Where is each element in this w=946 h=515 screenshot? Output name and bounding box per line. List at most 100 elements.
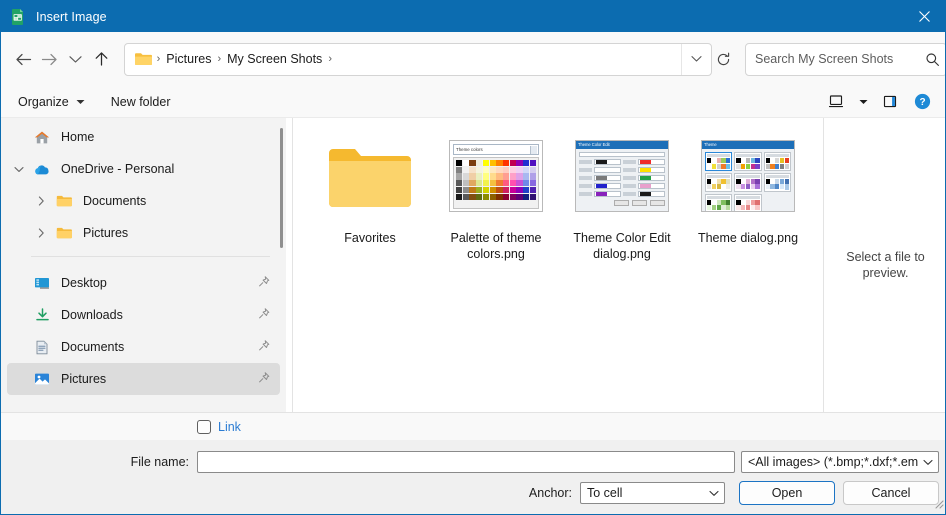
chevron-right-icon[interactable] [29, 185, 53, 217]
organize-button[interactable]: Organize [9, 89, 94, 115]
address-chevron-down-icon[interactable] [680, 43, 711, 75]
theme-swatch [707, 158, 712, 164]
theme-swatch [716, 199, 721, 205]
theme-swatch [779, 163, 785, 169]
sidebar-item-onedrive-documents[interactable]: Documents [7, 185, 280, 217]
theme-card [763, 152, 791, 171]
mini-color-rows [579, 159, 665, 197]
mini-color-swatch [640, 168, 651, 172]
file-name-input[interactable] [198, 455, 734, 469]
help-icon[interactable]: ? [907, 89, 937, 115]
palette-swatch [469, 160, 476, 167]
sidebar-scrollbar[interactable] [280, 128, 283, 248]
theme-swatch [707, 205, 712, 211]
sidebar-item-documents[interactable]: Documents [7, 331, 280, 363]
refresh-icon[interactable] [712, 44, 736, 75]
address-bar[interactable]: › Pictures › My Screen Shots › [123, 42, 712, 76]
palette-swatch [503, 166, 510, 173]
file-name: Theme dialog.png [697, 231, 799, 245]
file-item[interactable]: Favorites [307, 126, 433, 262]
sidebar-divider [31, 256, 270, 257]
sidebar-item-onedrive-personal[interactable]: OneDrive - Personal [7, 153, 280, 185]
forward-button[interactable] [37, 42, 63, 76]
theme-dialog-thumbnail: Theme [701, 140, 795, 212]
recent-locations-button[interactable] [63, 42, 89, 76]
view-chevron-down-icon[interactable] [853, 89, 873, 115]
dialog-body: Home OneDrive - Personal Documents Pictu… [1, 118, 945, 412]
link-checkbox-group[interactable]: Link [197, 419, 241, 434]
theme-swatch [755, 205, 760, 211]
theme-card-grid [702, 149, 794, 211]
sidebar-item-pictures[interactable]: Pictures [7, 363, 280, 395]
chevron-down-icon[interactable] [918, 459, 938, 466]
chevron-down-icon[interactable] [7, 153, 31, 185]
link-checkbox-label[interactable]: Link [218, 420, 241, 434]
open-button[interactable]: Open [739, 481, 835, 505]
sidebar-item-desktop[interactable]: Desktop [7, 267, 280, 299]
cancel-button[interactable]: Cancel [843, 481, 939, 505]
file-type-filter-combo[interactable]: <All images> (*.bmp;*.dxf;*.em [741, 451, 939, 473]
breadcrumb-item-pictures[interactable]: Pictures [161, 52, 216, 66]
palette-swatch [516, 166, 523, 173]
theme-card-swatches [736, 178, 760, 190]
theme-swatch [775, 163, 780, 169]
palette-swatch [523, 186, 530, 194]
palette-swatch [462, 186, 469, 194]
theme-swatch [779, 178, 785, 184]
sidebar-item-home[interactable]: Home [7, 121, 280, 153]
pin-icon[interactable] [258, 276, 270, 291]
search-box[interactable] [745, 42, 945, 76]
file-item[interactable]: Theme Color Edit Theme Color Edit dialog… [559, 126, 685, 262]
palette-swatch [516, 193, 523, 200]
pin-icon[interactable] [258, 340, 270, 355]
palette-swatch [503, 173, 510, 180]
preview-pane-icon[interactable] [875, 89, 905, 115]
sidebar-item-downloads[interactable]: Downloads [7, 299, 280, 331]
pin-icon[interactable] [258, 372, 270, 387]
palette-swatch [509, 173, 516, 180]
theme-swatch [721, 184, 726, 190]
theme-swatch [750, 184, 755, 190]
file-item[interactable]: Theme colors Palette of theme colors.png [433, 126, 559, 262]
close-button[interactable] [901, 1, 945, 32]
sidebar-item-onedrive-pictures[interactable]: Pictures [7, 217, 280, 249]
file-item[interactable]: Theme Theme dialog.png [685, 126, 811, 262]
resize-grip[interactable] [932, 497, 944, 512]
palette-swatch [482, 186, 490, 194]
theme-card-swatches [707, 199, 731, 211]
palette-swatch [456, 193, 463, 200]
palette-swatch [496, 166, 503, 173]
file-type-filter-value: <All images> (*.bmp;*.dxf;*.em [748, 455, 919, 469]
file-name: Theme Color Edit dialog.png [573, 231, 671, 261]
back-button[interactable] [11, 42, 37, 76]
chevron-down-icon[interactable] [704, 490, 724, 497]
theme-swatch [726, 158, 731, 164]
theme-swatch [750, 158, 755, 164]
thumbnail: Theme Color Edit [575, 130, 669, 222]
pin-icon[interactable] [258, 308, 270, 323]
open-label: Open [771, 486, 803, 500]
chevron-right-icon[interactable] [29, 217, 53, 249]
palette-swatch [489, 186, 496, 194]
theme-swatch [770, 178, 775, 184]
anchor-combo[interactable]: To cell [580, 482, 725, 504]
title-bar: Insert Image [1, 1, 945, 32]
sidebar-item-label: Desktop [61, 276, 107, 290]
breadcrumb-item-my-screen-shots[interactable]: My Screen Shots [222, 52, 327, 66]
view-layout-icon[interactable] [821, 89, 851, 115]
link-checkbox[interactable] [197, 419, 211, 434]
theme-swatch [741, 163, 746, 169]
up-button[interactable] [89, 42, 115, 76]
sidebar-item-label: Home [61, 130, 95, 144]
mini-color-swatch [640, 160, 651, 164]
theme-card-caption [765, 174, 789, 178]
search-input[interactable] [746, 51, 918, 67]
sidebar-splitter[interactable] [292, 118, 293, 412]
search-icon[interactable] [918, 52, 945, 67]
palette-swatch [482, 193, 490, 200]
file-name-field[interactable] [197, 451, 735, 473]
theme-swatch [779, 158, 785, 164]
thumbnail: Theme colors [449, 130, 543, 222]
new-folder-button[interactable]: New folder [102, 89, 180, 115]
mini-title-text: Theme Color Edit [578, 142, 610, 148]
